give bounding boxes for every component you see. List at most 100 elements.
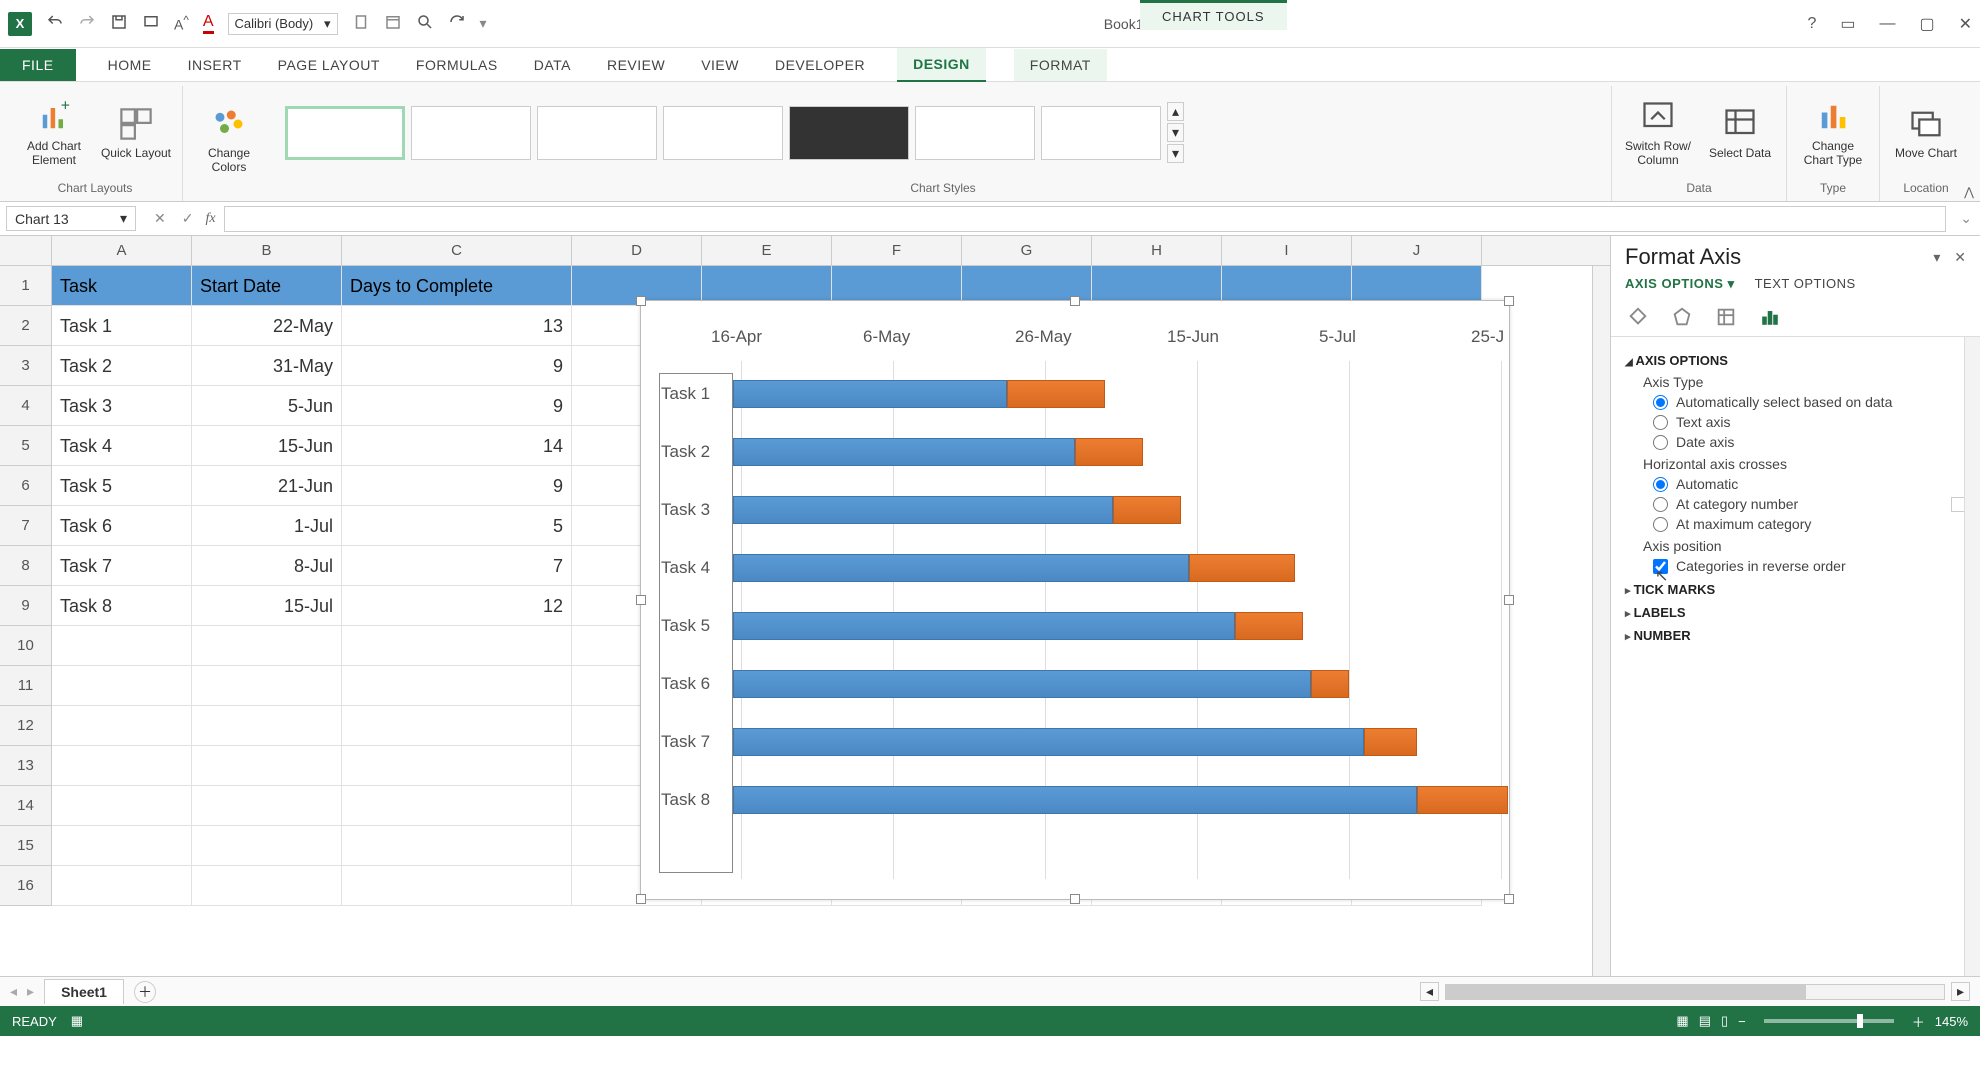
tab-design[interactable]: DESIGN	[897, 48, 986, 82]
cell[interactable]: 5-Jun	[192, 386, 342, 426]
column-header[interactable]: F	[832, 236, 962, 265]
chart-style-6[interactable]	[915, 106, 1035, 160]
axis-options-icon[interactable]	[1757, 304, 1783, 330]
row-header[interactable]: 6	[0, 466, 52, 506]
radio-automatic[interactable]: Automatic	[1653, 476, 1966, 492]
cell[interactable]: 15-Jun	[192, 426, 342, 466]
cell[interactable]: 31-May	[192, 346, 342, 386]
row-header[interactable]: 10	[0, 626, 52, 666]
pane-tab-axis-options[interactable]: AXIS OPTIONS ▾	[1625, 276, 1735, 292]
cell[interactable]	[192, 786, 342, 826]
tab-developer[interactable]: DEVELOPER	[771, 51, 869, 79]
cell[interactable]: Task 1	[52, 306, 192, 346]
chart-bar-segment-duration[interactable]	[1113, 496, 1181, 524]
row-header[interactable]: 9	[0, 586, 52, 626]
cell[interactable]: Days to Complete	[342, 266, 572, 306]
chart-bar-segment-start[interactable]	[733, 554, 1189, 582]
move-chart-button[interactable]: Move Chart	[1890, 106, 1962, 160]
row-header[interactable]: 8	[0, 546, 52, 586]
row-header[interactable]: 12	[0, 706, 52, 746]
cell[interactable]	[192, 626, 342, 666]
cell[interactable]	[52, 706, 192, 746]
column-header[interactable]: J	[1352, 236, 1482, 265]
chart-bar-segment-duration[interactable]	[1311, 670, 1349, 698]
zoom-icon[interactable]	[416, 13, 434, 34]
section-number[interactable]: NUMBER	[1625, 628, 1966, 643]
radio-text-axis[interactable]: Text axis	[1653, 414, 1966, 430]
chart-resize-handle[interactable]	[636, 894, 646, 904]
fill-line-icon[interactable]	[1625, 304, 1651, 330]
section-axis-options[interactable]: AXIS OPTIONS	[1625, 353, 1966, 368]
cell[interactable]: 9	[342, 386, 572, 426]
radio-auto-select[interactable]: Automatically select based on data	[1653, 394, 1966, 410]
add-sheet-button[interactable]: ＋	[134, 981, 156, 1003]
tab-page-layout[interactable]: PAGE LAYOUT	[274, 51, 384, 79]
undo-icon[interactable]	[46, 13, 64, 34]
minimize-icon[interactable]: —	[1879, 15, 1895, 33]
row-header[interactable]: 11	[0, 666, 52, 706]
cell[interactable]	[192, 826, 342, 866]
cell[interactable]: 9	[342, 346, 572, 386]
checkbox-reverse-order[interactable]: Categories in reverse order ↖	[1653, 558, 1966, 574]
cell[interactable]	[342, 746, 572, 786]
add-chart-element-button[interactable]: + Add Chart Element	[18, 99, 90, 167]
cell[interactable]	[342, 706, 572, 746]
column-header[interactable]: A	[52, 236, 192, 265]
cell[interactable]: 21-Jun	[192, 466, 342, 506]
page-break-view-icon[interactable]: ▯	[1721, 1013, 1728, 1029]
chart-style-7[interactable]	[1041, 106, 1161, 160]
chart-bar-segment-start[interactable]	[733, 380, 1007, 408]
embedded-chart[interactable]: 16-Apr6-May26-May15-Jun5-Jul25-JTask 1 T…	[640, 300, 1510, 900]
cell[interactable]: 22-May	[192, 306, 342, 346]
cell[interactable]: 12	[342, 586, 572, 626]
horizontal-scrollbar[interactable]	[1445, 984, 1945, 1000]
ribbon-display-icon[interactable]: ▭	[1840, 14, 1855, 34]
cell[interactable]: Task	[52, 266, 192, 306]
row-header[interactable]: 2	[0, 306, 52, 346]
cell[interactable]: 5	[342, 506, 572, 546]
column-header[interactable]: B	[192, 236, 342, 265]
row-header[interactable]: 4	[0, 386, 52, 426]
paste-icon[interactable]	[352, 13, 370, 34]
row-header[interactable]: 13	[0, 746, 52, 786]
zoom-slider[interactable]	[1764, 1019, 1894, 1023]
cell[interactable]	[52, 826, 192, 866]
tab-formulas[interactable]: FORMULAS	[412, 51, 502, 79]
chart-bar-segment-duration[interactable]	[1364, 728, 1417, 756]
cancel-formula-icon[interactable]: ✕	[154, 210, 166, 227]
cell[interactable]: Task 5	[52, 466, 192, 506]
help-icon[interactable]: ?	[1807, 15, 1816, 33]
qat-customize-icon[interactable]: ▾	[480, 15, 487, 32]
chart-resize-handle[interactable]	[1504, 595, 1514, 605]
normal-view-icon[interactable]: ▦	[1676, 1013, 1688, 1029]
cell[interactable]: Task 7	[52, 546, 192, 586]
radio-date-axis[interactable]: Date axis	[1653, 434, 1966, 450]
tab-review[interactable]: REVIEW	[603, 51, 669, 79]
row-header[interactable]: 16	[0, 866, 52, 906]
cell[interactable]	[52, 866, 192, 906]
chart-bar-segment-start[interactable]	[733, 786, 1417, 814]
styles-more-icon[interactable]: ▾	[1167, 144, 1184, 163]
chart-resize-handle[interactable]	[1504, 894, 1514, 904]
tab-file[interactable]: FILE	[0, 49, 76, 81]
tab-data[interactable]: DATA	[530, 51, 575, 79]
tab-format[interactable]: FORMAT	[1014, 49, 1107, 81]
chart-bar-segment-duration[interactable]	[1075, 438, 1143, 466]
calendar-icon[interactable]	[384, 13, 402, 34]
sheet-tab-sheet1[interactable]: Sheet1	[44, 979, 124, 1004]
chart-bar-segment-start[interactable]	[733, 670, 1311, 698]
cell[interactable]: 14	[342, 426, 572, 466]
redo-icon[interactable]	[78, 13, 96, 34]
section-tick-marks[interactable]: TICK MARKS	[1625, 582, 1966, 597]
column-header[interactable]: D	[572, 236, 702, 265]
column-header[interactable]: H	[1092, 236, 1222, 265]
chart-bar-segment-start[interactable]	[733, 728, 1364, 756]
cell[interactable]	[342, 666, 572, 706]
row-header[interactable]: 3	[0, 346, 52, 386]
formula-input[interactable]	[224, 206, 1947, 232]
select-all-corner[interactable]	[0, 236, 52, 265]
change-colors-button[interactable]: Change Colors	[193, 106, 265, 174]
row-header[interactable]: 7	[0, 506, 52, 546]
font-size-icon[interactable]: A^	[174, 14, 189, 33]
preview-icon[interactable]	[142, 13, 160, 34]
